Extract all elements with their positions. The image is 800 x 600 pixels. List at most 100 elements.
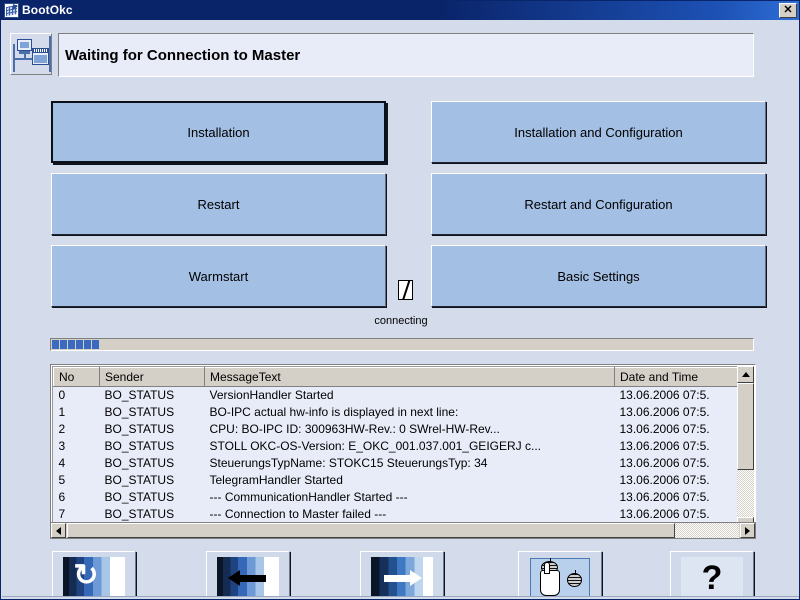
basic-settings-button-label: Basic Settings [557,268,640,284]
cell-no: 4 [53,454,100,472]
cell-message: VersionHandler Started [204,386,615,404]
cell-datetime: 13.06.2006 07:5. [614,420,738,438]
forward-button[interactable] [360,551,444,599]
cell-message: BO-IPC actual hw-info is displayed in ne… [204,403,615,421]
table-row[interactable]: 5 BO_STATUS TelegramHandler Started 13.06.2… [53,471,738,489]
restart-button[interactable]: Restart [51,173,386,235]
installation-and-configuration-button-label: Installation and Configuration [514,124,683,140]
globe-icon-right [567,570,582,587]
log-table: No Sender MessageText Date and Time 0 BO_… [53,367,738,523]
table-row[interactable]: 2 BO_STATUS CPU: BO-IPC ID: 300963HW-Rev.:… [53,420,738,438]
help-button-face: ? [681,557,743,599]
hscroll-left-button[interactable] [51,523,66,538]
cell-datetime: 13.06.2006 07:5. [614,471,738,489]
header-row: Waiting for Connection to Master [10,33,754,77]
help-button[interactable]: ? [670,551,754,599]
chevron-right-icon [745,526,750,535]
connecting-spinner-icon [398,280,413,300]
column-header-datetime[interactable]: Date and Time [614,367,738,387]
restart-button-label: Restart [197,196,240,212]
column-header-messagetext[interactable]: MessageText [204,367,615,387]
cell-sender: BO_STATUS [99,386,205,404]
warmstart-button-label: Warmstart [188,268,249,284]
connecting-label: connecting [374,315,428,327]
cell-datetime: 13.06.2006 07:5. [614,386,738,404]
column-header-no[interactable]: No [53,367,100,387]
cell-no: 1 [53,403,100,421]
table-row[interactable]: 0 BO_STATUS VersionHandler Started 13.06.20… [53,386,738,404]
cell-sender: BO_STATUS [99,505,205,523]
question-mark-icon: ? [701,559,723,597]
log-vertical-scrollbar[interactable] [737,366,754,534]
machine-network-icon [10,33,52,75]
cell-datetime: 13.06.2006 07:5. [614,403,738,421]
cell-message: TelegramHandler Started [204,471,615,489]
table-row[interactable]: 6 BO_STATUS --- CommunicationHandler Start… [53,488,738,506]
client-area: Waiting for Connection to Master Install… [2,21,799,599]
progress-block [92,340,99,349]
progress-blocks [52,340,752,349]
hand-network-icon [530,558,590,598]
log-table-header-row: No Sender MessageText Date and Time [53,367,738,387]
column-header-sender[interactable]: Sender [99,367,205,387]
table-row[interactable]: 7 BO_STATUS --- Connection to Master faile… [53,505,738,523]
cell-message: CPU: BO-IPC ID: 300963HW-Rev.: 0 SWrel-H… [204,420,615,438]
cell-no: 2 [53,420,100,438]
cell-message: STOLL OKC-OS-Version: E_OKC_001.037.001_… [204,437,615,455]
basic-settings-button[interactable]: Basic Settings [431,245,766,307]
restart-and-configuration-button[interactable]: Restart and Configuration [431,173,766,235]
cell-no: 0 [53,386,100,404]
cell-no: 7 [53,505,100,523]
cell-datetime: 13.06.2006 07:5. [614,488,738,506]
installation-button[interactable]: Installation [51,101,386,163]
cell-sender: BO_STATUS [99,454,205,472]
log-horizontal-scrollbar[interactable] [50,522,756,539]
connection-progress-bar [50,338,754,351]
restart-and-configuration-button-label: Restart and Configuration [524,196,673,212]
cell-sender: BO_STATUS [99,403,205,421]
refresh-button-face: ↻ [63,557,125,599]
cell-message: SteuerungsTypName: STOKC15 SteuerungsTyp… [204,454,615,472]
installation-and-configuration-button[interactable]: Installation and Configuration [431,101,766,163]
pointing-hand-icon [540,562,560,596]
cell-sender: BO_STATUS [99,488,205,506]
progress-block [68,340,75,349]
vscroll-thumb[interactable] [737,383,754,470]
app-grid-icon [4,3,19,18]
hscroll-right-button[interactable] [740,523,755,538]
progress-block [60,340,67,349]
progress-block [84,340,91,349]
arrow-left-icon [228,570,268,586]
forward-button-face [371,557,433,599]
cell-no: 3 [53,437,100,455]
table-row[interactable]: 4 BO_STATUS SteuerungsTypName: STOKC15 Ste… [53,454,738,472]
cell-sender: BO_STATUS [99,471,205,489]
back-button[interactable] [206,551,290,599]
status-message-field: Waiting for Connection to Master [58,33,754,77]
log-table-viewport: No Sender MessageText Date and Time 0 BO_… [52,366,754,534]
refresh-button[interactable]: ↻ [52,551,136,599]
refresh-icon: ↻ [73,559,99,592]
log-table-body: 0 BO_STATUS VersionHandler Started 13.06.20… [53,386,738,523]
network-settings-button[interactable] [518,551,602,599]
hscroll-thumb[interactable] [67,523,675,538]
warmstart-button[interactable]: Warmstart [51,245,386,307]
cell-datetime: 13.06.2006 07:5. [614,505,738,523]
cell-no: 6 [53,488,100,506]
title-bar: BootOkc ✕ [1,1,799,20]
progress-block [76,340,83,349]
close-button[interactable]: ✕ [779,3,797,18]
cell-datetime: 13.06.2006 07:5. [614,454,738,472]
cell-sender: BO_STATUS [99,420,205,438]
vscroll-up-button[interactable] [737,366,754,383]
cell-sender: BO_STATUS [99,437,205,455]
cell-message: --- Connection to Master failed --- [204,505,615,523]
table-row[interactable]: 3 BO_STATUS STOLL OKC-OS-Version: E_OKC_00… [53,437,738,455]
window-bottom-edge [2,596,799,599]
back-button-face [217,557,279,599]
chevron-up-icon [741,372,750,377]
table-row[interactable]: 1 BO_STATUS BO-IPC actual hw-info is displ… [53,403,738,421]
cell-no: 5 [53,471,100,489]
window-title: BootOkc [22,3,73,17]
status-message-text: Waiting for Connection to Master [65,46,301,64]
